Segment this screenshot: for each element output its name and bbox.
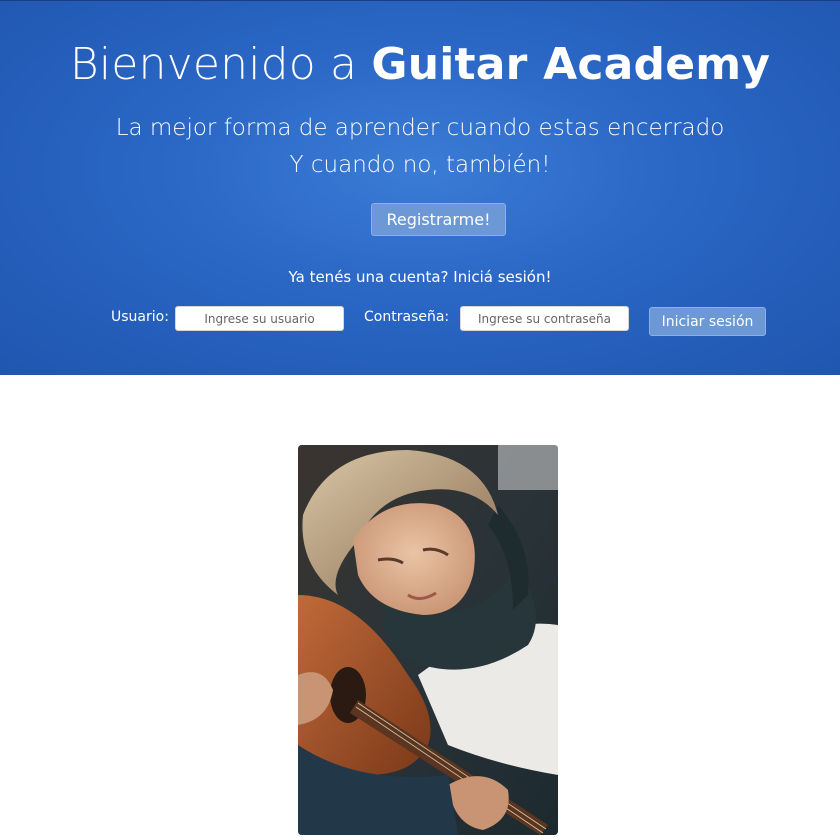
title-prefix: Bienvenido a — [69, 39, 372, 90]
tagline-line-2: Y cuando no, también! — [289, 152, 551, 178]
login-button[interactable]: Iniciar sesión — [649, 307, 766, 336]
password-input[interactable] — [460, 306, 629, 331]
register-button[interactable]: Registrarme! — [371, 203, 506, 236]
username-input[interactable] — [175, 306, 344, 331]
login-prompt: Ya tenés una cuenta? Iniciá sesión! — [288, 268, 552, 286]
brand-name: Guitar Academy — [371, 39, 771, 90]
password-label: Contraseña: — [364, 309, 450, 325]
page-title: Bienvenido a Guitar Academy — [0, 39, 840, 90]
photo-illustration — [298, 445, 558, 835]
username-label: Usuario: — [111, 309, 169, 325]
hero-banner: Bienvenido a Guitar Academy La mejor for… — [0, 0, 840, 375]
woman-playing-guitar-photo — [298, 445, 558, 835]
tagline-line-1: La mejor forma de aprender cuando estas … — [115, 115, 725, 141]
